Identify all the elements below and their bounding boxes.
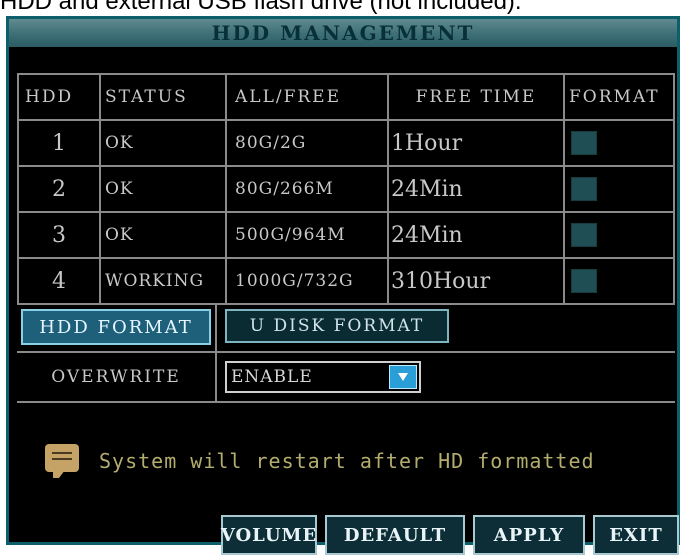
default-button[interactable]: DEFAULT <box>325 515 465 555</box>
table-row-2-hdd: 2 <box>17 165 101 213</box>
table-row-2-all-free: 80G/266M <box>225 165 389 213</box>
apply-button[interactable]: APPLY <box>473 515 585 555</box>
header-status: STATUS <box>99 73 227 121</box>
table-row-1-status: OK <box>99 119 227 167</box>
table-row-1-format <box>563 119 675 167</box>
header-format: FORMAT <box>563 73 675 121</box>
table-row-1-all-free: 80G/2G <box>225 119 389 167</box>
header-all-free: ALL/FREE <box>225 73 389 121</box>
header-free-time: FREE TIME <box>387 73 565 121</box>
overwrite-select-value: ENABLE <box>231 367 313 387</box>
chevron-down-icon[interactable] <box>389 365 417 389</box>
overwrite-select[interactable]: ENABLE <box>225 361 421 393</box>
table-row-3-free-time: 24Min <box>387 211 565 259</box>
table-row-1-free-time: 1Hour <box>387 119 565 167</box>
hdd-management-window: HDD MANAGEMENT HDD STATUS ALL/FREE FREE … <box>6 16 680 555</box>
table-row-4-free-time: 310Hour <box>387 257 565 305</box>
window-title: HDD MANAGEMENT <box>211 21 475 45</box>
table-row-2-format <box>563 165 675 213</box>
format-checkbox-2[interactable] <box>571 177 597 201</box>
volume-button[interactable]: VOLUME <box>221 515 317 555</box>
table-row-1-hdd: 1 <box>17 119 101 167</box>
overwrite-row-border <box>215 401 675 403</box>
message-icon <box>45 444 79 478</box>
table-row-4-all-free: 1000G/732G <box>225 257 389 305</box>
header-hdd: HDD <box>17 73 101 121</box>
restart-notice: System will restart after HD formatted <box>99 449 595 473</box>
exit-button[interactable]: EXIT <box>593 515 679 555</box>
format-checkbox-3[interactable] <box>571 223 597 247</box>
overwrite-label: OVERWRITE <box>17 353 217 403</box>
hdd-format-button[interactable]: HDD FORMAT <box>21 309 211 345</box>
table-row-3-format <box>563 211 675 259</box>
table-row-3-hdd: 3 <box>17 211 101 259</box>
table-row-3-all-free: 500G/964M <box>225 211 389 259</box>
format-checkbox-4[interactable] <box>571 269 597 293</box>
table-row-4-format <box>563 257 675 305</box>
table-row-4-hdd: 4 <box>17 257 101 305</box>
table-row-2-free-time: 24Min <box>387 165 565 213</box>
title-bar: HDD MANAGEMENT <box>9 19 677 47</box>
u-disk-format-button[interactable]: U DISK FORMAT <box>225 309 449 343</box>
table-row-4-status: WORKING <box>99 257 227 305</box>
table-row-3-status: OK <box>99 211 227 259</box>
table-row-2-status: OK <box>99 165 227 213</box>
format-checkbox-1[interactable] <box>571 131 597 155</box>
